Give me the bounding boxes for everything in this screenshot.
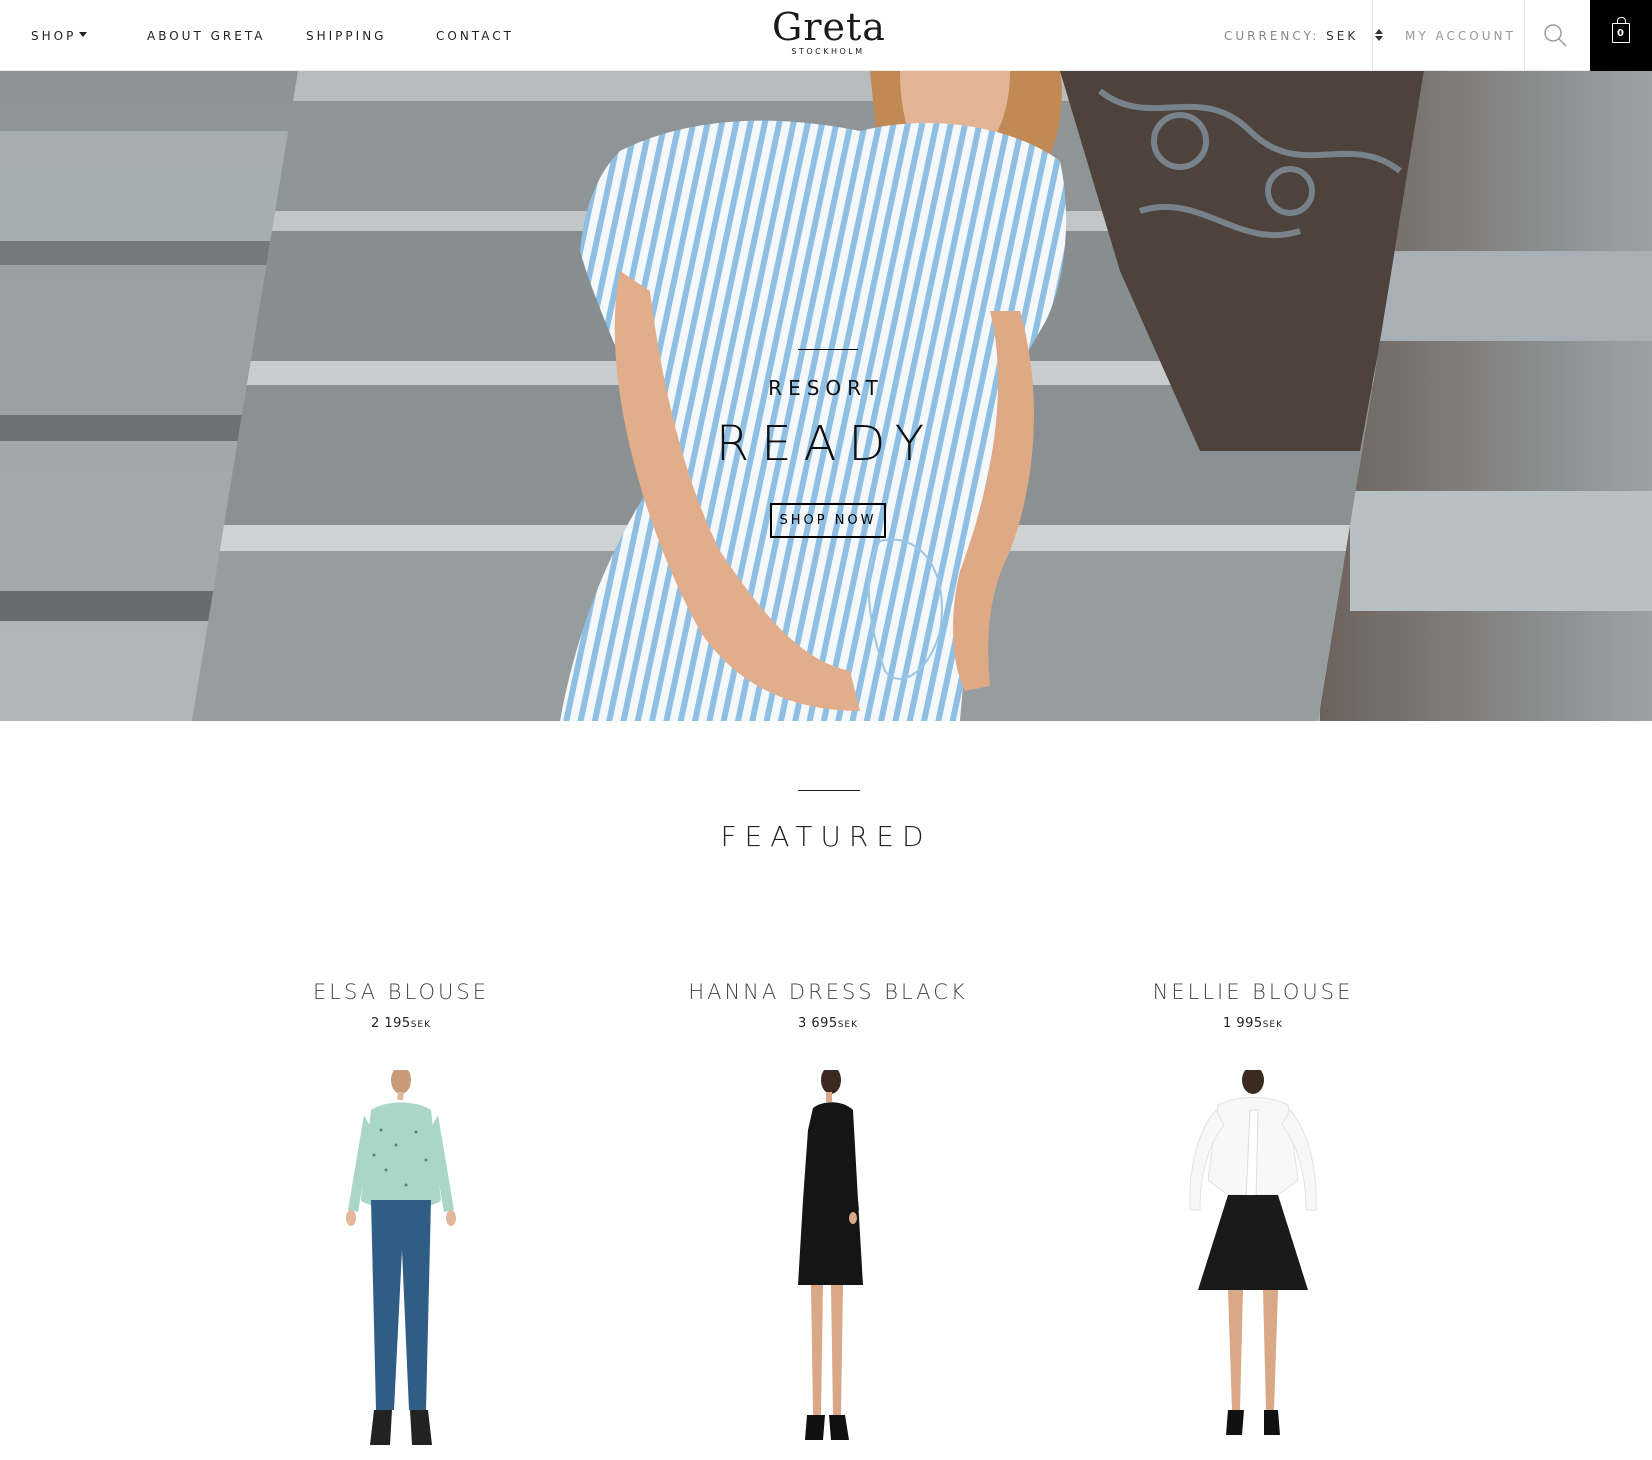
currency-value: SEK (1326, 29, 1359, 43)
hero-title: READY (715, 416, 937, 472)
cart-count: 0 (1617, 28, 1624, 39)
product-image[interactable] (276, 1070, 526, 1460)
product-image[interactable] (703, 1070, 953, 1460)
product-name[interactable]: HANNA DRESS BLACK (638, 980, 1018, 1004)
currency-label: CURRENCY: (1224, 29, 1320, 43)
price-currency: SEK (1262, 1020, 1284, 1030)
featured-title: FEATURED (720, 820, 932, 853)
site-header: SHOP ABOUT GRETA SHIPPING CONTACT Greta … (0, 0, 1652, 71)
price-amount: 3 695 (797, 1016, 838, 1031)
product-card[interactable]: HANNA DRESS BLACK 3 695SEK (638, 980, 1018, 1440)
product-card[interactable]: ELSA BLOUSE 2 195SEK (211, 980, 591, 1445)
shop-now-button[interactable]: SHOP NOW (770, 503, 886, 538)
logo[interactable]: Greta STOCKHOLM (772, 5, 886, 60)
price-amount: 2 195 (370, 1016, 411, 1031)
search-button[interactable] (1540, 20, 1570, 50)
cart-button[interactable]: 0 (1590, 0, 1652, 71)
search-icon (1544, 24, 1567, 47)
product-price: 1 995SEK (1063, 1016, 1443, 1031)
product-bottom (1198, 1195, 1308, 1290)
nav-about-greta[interactable]: ABOUT GRETA (147, 29, 265, 43)
nav-shop[interactable]: SHOP (31, 29, 88, 43)
sort-arrows-icon (1375, 28, 1384, 41)
product-price: 3 695SEK (638, 1016, 1018, 1031)
nav-contact[interactable]: CONTACT (436, 29, 514, 43)
price-currency: SEK (410, 1020, 432, 1030)
hero-subtitle: RESORT (768, 376, 884, 400)
price-currency: SEK (837, 1020, 859, 1030)
logo-wordmark: Greta (772, 5, 886, 49)
hero-banner: RESORT READY SHOP NOW (0, 71, 1652, 721)
product-name[interactable]: ELSA BLOUSE (211, 980, 591, 1004)
hero-divider-line (798, 349, 858, 350)
header-divider (1372, 0, 1373, 71)
chevron-down-icon (79, 32, 88, 37)
product-card[interactable]: NELLIE BLOUSE 1 995SEK (1063, 980, 1443, 1435)
nav-shipping[interactable]: SHIPPING (306, 29, 386, 43)
currency-selector[interactable]: CURRENCY: SEK (1224, 28, 1384, 43)
product-price: 2 195SEK (211, 1016, 591, 1031)
product-image[interactable] (1128, 1070, 1378, 1460)
featured-divider-line (798, 790, 860, 791)
price-amount: 1 995 (1222, 1016, 1263, 1031)
product-bottom (371, 1200, 431, 1410)
shopping-bag-icon: 0 (1612, 17, 1630, 43)
my-account-link[interactable]: MY ACCOUNT (1405, 29, 1516, 43)
product-name[interactable]: NELLIE BLOUSE (1063, 980, 1443, 1004)
nav-shop-label: SHOP (31, 29, 77, 43)
header-divider (1524, 0, 1525, 71)
